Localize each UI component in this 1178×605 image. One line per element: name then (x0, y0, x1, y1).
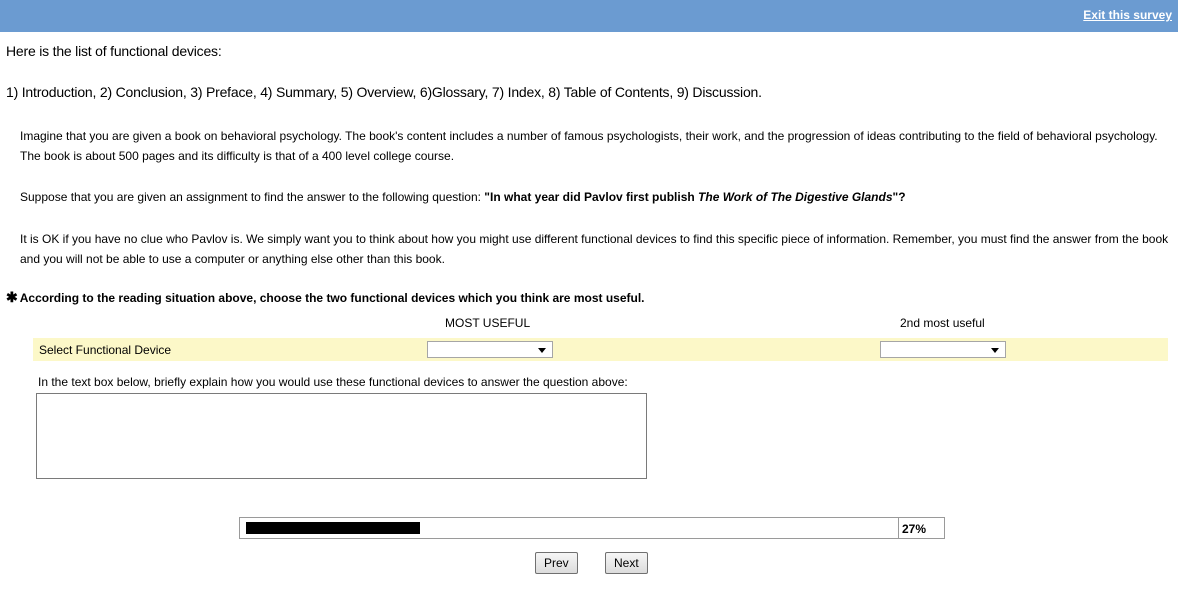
scenario-paragraph-1: Imagine that you are given a book on beh… (20, 129, 1158, 163)
progress-bar: 27% (239, 517, 945, 539)
chevron-down-icon (991, 348, 999, 353)
most-useful-dropdown[interactable] (427, 341, 553, 358)
second-most-useful-dropdown[interactable] (880, 341, 1006, 358)
progress-track (240, 518, 899, 538)
prev-button[interactable]: Prev (535, 552, 578, 574)
question-text: ✱ According to the reading situation abov… (6, 289, 645, 306)
devices-list-heading: Here is the list of functional devices: (6, 43, 222, 59)
required-asterisk-icon: ✱ (6, 289, 18, 305)
exit-survey-link[interactable]: Exit this survey (1083, 8, 1172, 22)
select-row-label: Select Functional Device (39, 343, 172, 357)
assignment-text: Suppose that you are given an assignment… (20, 190, 485, 204)
next-button[interactable]: Next (605, 552, 648, 574)
explanation-label: In the text box below, briefly explain h… (38, 375, 628, 389)
functional-device-select-row: Select Functional Device (33, 338, 1168, 361)
progress-fill (246, 522, 420, 534)
chevron-down-icon (538, 348, 546, 353)
question-label: According to the reading situation above… (19, 291, 645, 305)
column-header-second-most-useful: 2nd most useful (900, 316, 985, 330)
scenario-paragraph-3: It is OK if you have no clue who Pavlov … (20, 232, 1169, 266)
survey-header-bar: Exit this survey (0, 0, 1178, 32)
explanation-textarea[interactable] (36, 393, 647, 479)
scenario-paragraph-2: Suppose that you are given an assignment… (20, 187, 1170, 207)
column-header-most-useful: MOST USEFUL (445, 316, 531, 330)
devices-list: 1) Introduction, 2) Conclusion, 3) Prefa… (6, 84, 762, 100)
pavlov-question: "In what year did Pavlov first publish T… (484, 190, 906, 204)
book-title: The Work of The Digestive Glands (698, 190, 893, 204)
progress-percent: 27% (901, 522, 926, 536)
